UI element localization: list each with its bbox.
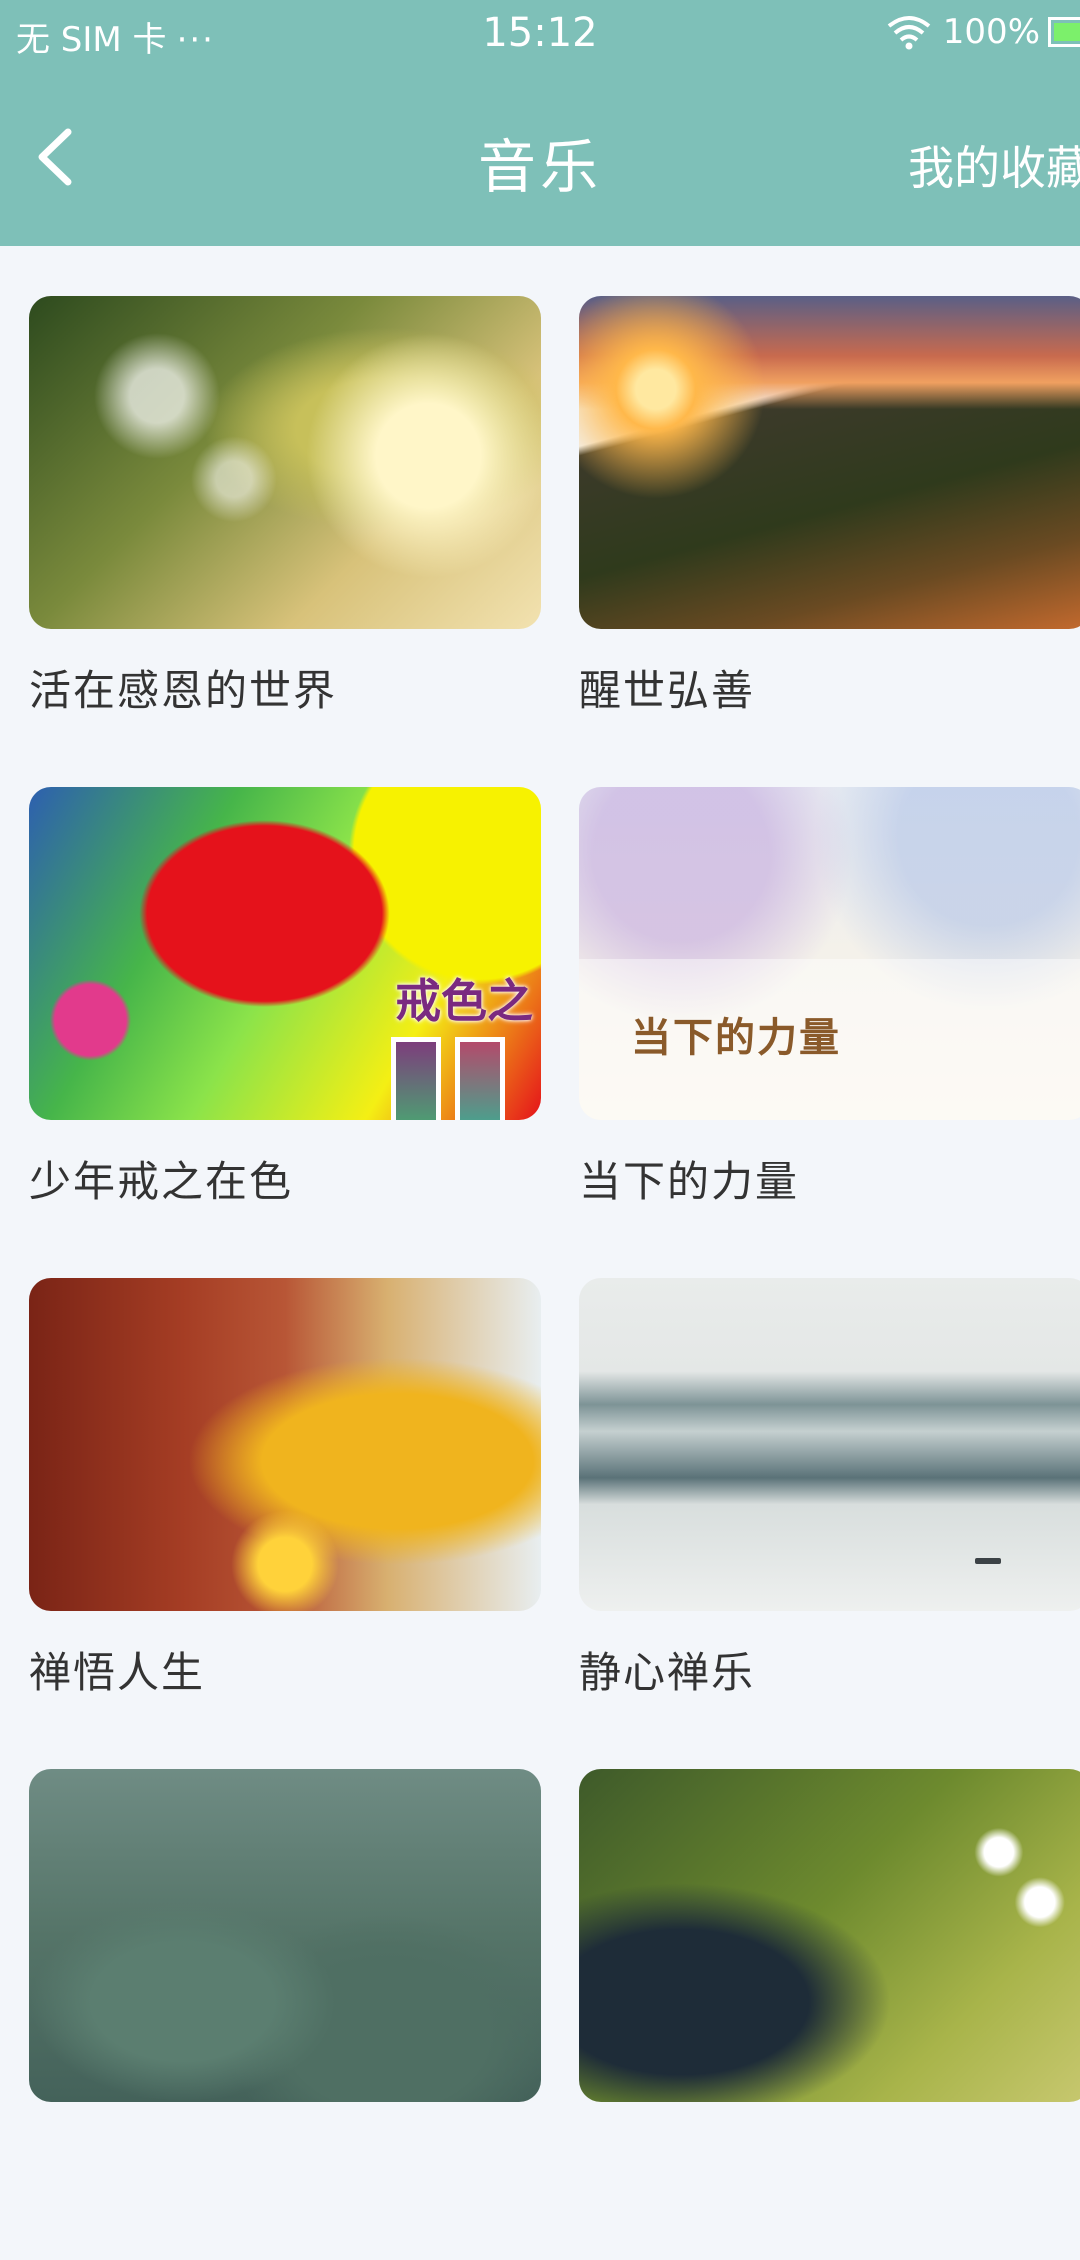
- status-right: 100%: [887, 12, 1080, 52]
- album-cover-image: 戒色之: [29, 787, 541, 1120]
- album-title: 少年戒之在色: [29, 1157, 294, 1206]
- album-grid: 活在感恩的世界 醒世弘善 戒色之 少年戒之在色 当下的力量 当下的力量 禅悟人生…: [29, 296, 1080, 2260]
- album-card[interactable]: 当下的力量 当下的力量: [579, 787, 1080, 1278]
- cover-bar: [455, 1037, 505, 1120]
- album-cover-image: [579, 1278, 1080, 1611]
- wifi-icon: [887, 16, 931, 50]
- album-card[interactable]: 醒世弘善: [579, 296, 1080, 787]
- album-card[interactable]: 静心禅乐: [579, 1278, 1080, 1769]
- album-title: 静心禅乐: [579, 1648, 756, 1697]
- album-title: 当下的力量: [579, 1157, 800, 1206]
- battery-fill: [1054, 23, 1080, 41]
- album-card[interactable]: 活在感恩的世界: [29, 296, 541, 787]
- status-bar: 无 SIM 卡 ··· 15:12 100%: [0, 0, 1080, 70]
- album-cover-image: [29, 296, 541, 629]
- album-cover-image: [579, 1769, 1080, 2102]
- app-header: 无 SIM 卡 ··· 15:12 100% 音乐 我的收藏: [0, 0, 1080, 246]
- favorites-link[interactable]: 我的收藏: [908, 132, 1080, 198]
- album-title: 禅悟人生: [29, 1648, 206, 1697]
- cover-bars: [391, 1037, 505, 1120]
- battery-icon: [1048, 17, 1080, 47]
- album-card[interactable]: [579, 1769, 1080, 2260]
- nav-bar: 音乐 我的收藏: [0, 96, 1080, 226]
- album-cover-image: [29, 1769, 541, 2102]
- album-card[interactable]: 禅悟人生: [29, 1278, 541, 1769]
- boat-shape: [975, 1558, 1001, 1564]
- album-card[interactable]: [29, 1769, 541, 2260]
- cover-text: 当下的力量: [631, 1014, 841, 1061]
- cover-bar: [391, 1037, 441, 1120]
- album-title: 醒世弘善: [579, 666, 756, 715]
- album-card[interactable]: 戒色之 少年戒之在色: [29, 787, 541, 1278]
- album-cover-image: [29, 1278, 541, 1611]
- battery-percent: 100%: [942, 12, 1040, 52]
- cover-text: 戒色之: [395, 974, 533, 1028]
- album-cover-image: [579, 296, 1080, 629]
- album-title: 活在感恩的世界: [29, 666, 338, 715]
- album-cover-image: 当下的力量: [579, 787, 1080, 1120]
